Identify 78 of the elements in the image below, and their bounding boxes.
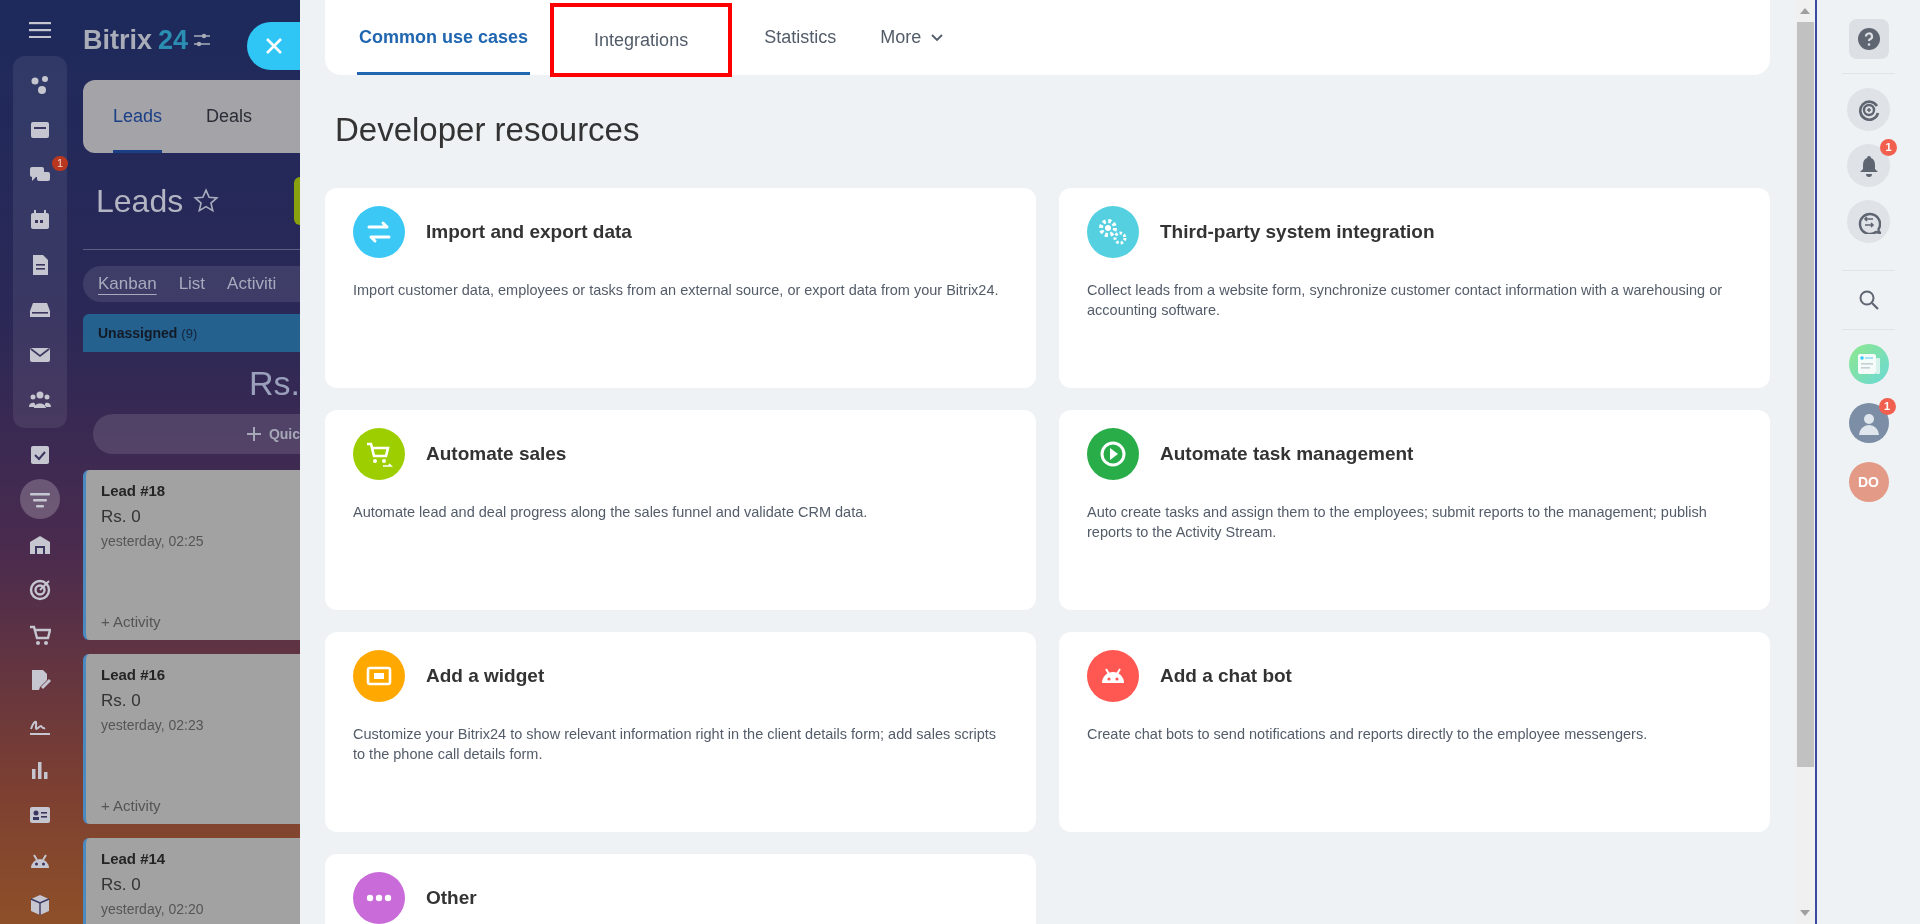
- quick-add-button[interactable]: Quic: [93, 414, 300, 454]
- checkbox-icon: [29, 443, 51, 466]
- tab[interactable]: Integrations: [550, 3, 733, 77]
- card-title: Import and export data: [426, 221, 632, 243]
- lead-date: yesterday, 02:20: [101, 901, 205, 917]
- star-icon[interactable]: [193, 188, 220, 214]
- chat-button[interactable]: [1847, 200, 1890, 243]
- column-total: Rs.: [248, 362, 300, 404]
- card-description: Automate lead and deal progress along the sales funnel and validate CRM data.: [353, 503, 869, 522]
- card-title: Add a chat bot: [1160, 665, 1292, 687]
- tab[interactable]: Deals: [206, 80, 253, 153]
- scrollbar[interactable]: [1795, 0, 1817, 924]
- tab[interactable]: More: [868, 0, 956, 75]
- notification-badge: 1: [1880, 139, 1897, 156]
- use-case-card[interactable]: Other: [325, 854, 1036, 924]
- scrollbar-thumb[interactable]: [1796, 22, 1814, 767]
- column-count: (9): [181, 325, 198, 341]
- create-button[interactable]: [294, 177, 300, 225]
- user-avatar[interactable]: [1848, 403, 1889, 443]
- card-description: Auto create tasks and assign them to the employees; submit reports to the management; publish reports to the Activity Stream.: [1087, 503, 1708, 542]
- view-tab[interactable]: Activiti: [227, 274, 277, 294]
- menu-icon[interactable]: [29, 22, 51, 38]
- apps-icon: [29, 73, 51, 96]
- card-title: Add a widget: [426, 665, 545, 687]
- card-description: Import customer data, employees or tasks from an external source, or export data from your Bitrix24.: [353, 281, 1000, 300]
- card-description: Customize your Bitrix24 to show relevant information right in the client details form; add sales scripts to the phone call details form.: [353, 725, 998, 764]
- edit-icon: [29, 668, 51, 691]
- card-description: Collect leads from a website form, synchronize customer contact information with a warehousing or accounting software.: [1087, 281, 1724, 320]
- logo-text: Bitrix: [83, 24, 153, 56]
- lead-amount: Rs. 0: [101, 507, 142, 527]
- lead-card[interactable]: Lead #18 Rs. 0 yesterday, 02:25 + Activity: [83, 470, 300, 640]
- use-case-card[interactable]: Add a widget Customize your Bitrix24 to show relevant information right in the client details form; add sales scripts to the phone call details form.: [325, 632, 1036, 832]
- settings-icon[interactable]: [194, 33, 211, 47]
- lead-card[interactable]: Lead #14 Rs. 0 yesterday, 02:20: [83, 838, 300, 924]
- cart-icon: [29, 623, 51, 646]
- tab[interactable]: Statistics: [752, 0, 849, 75]
- logo-number: 24: [158, 24, 189, 56]
- section-heading: Developer resources: [335, 110, 641, 150]
- plus-icon: [246, 427, 261, 441]
- page-title: Leads: [96, 182, 184, 220]
- column-title: Unassigned: [98, 325, 178, 341]
- question-mark-icon: [1857, 28, 1880, 50]
- lead-title: Lead #14: [101, 850, 167, 867]
- card-description: Create chat bots to send notifications and reports directly to the employee messengers.: [1087, 725, 1649, 744]
- card-title: Automate sales: [426, 443, 567, 465]
- notifications-button[interactable]: [1847, 144, 1890, 187]
- view-tab[interactable]: Kanban: [98, 274, 157, 294]
- box-icon: [29, 893, 51, 916]
- tab[interactable]: Leads: [113, 80, 163, 153]
- help-button[interactable]: [1848, 19, 1889, 59]
- lead-date: yesterday, 02:25: [101, 533, 205, 549]
- use-case-card[interactable]: Automate task management Auto create tasks and assign them to the employees; submit reports to the management; publish reports to the Activity Stream.: [1059, 410, 1770, 610]
- close-icon: [265, 37, 283, 55]
- bell-icon: [1858, 154, 1879, 177]
- lead-title: Lead #16: [101, 666, 167, 683]
- building-icon: [29, 533, 51, 556]
- assistant-button[interactable]: [1847, 88, 1890, 131]
- use-case-card[interactable]: Third-party system integration Collect leads from a website form, synchronize customer contact information with a warehousing or accounting software.: [1059, 188, 1770, 388]
- use-case-card[interactable]: Import and export data Import customer data, employees or tasks from an external source, or export data from your Bitrix24.: [325, 188, 1036, 388]
- lead-date: yesterday, 02:23: [101, 717, 205, 733]
- lead-amount: Rs. 0: [101, 691, 142, 711]
- newspaper-icon: [1856, 353, 1881, 375]
- person-silhouette-icon: [1856, 411, 1881, 435]
- use-case-card[interactable]: Add a chat bot Create chat bots to send notifications and reports directly to the employee messengers.: [1059, 632, 1770, 832]
- search-icon: [1857, 289, 1880, 311]
- target-icon: [29, 578, 51, 601]
- calendar-icon: [29, 208, 51, 231]
- card-title: Third-party system integration: [1160, 221, 1435, 243]
- use-case-card[interactable]: Automate sales Automate lead and deal progress along the sales funnel and validate CRM data.: [325, 410, 1036, 610]
- view-tab[interactable]: List: [178, 274, 206, 294]
- card-title: Automate task management: [1160, 443, 1414, 465]
- lead-title: Lead #18: [101, 482, 167, 499]
- lead-card[interactable]: Lead #16 Rs. 0 yesterday, 02:23 + Activity: [83, 654, 300, 824]
- lead-amount: Rs. 0: [101, 875, 142, 895]
- tab[interactable]: Common use cases: [357, 0, 531, 75]
- card-title: Other: [426, 887, 477, 909]
- swirl-icon: [1856, 97, 1881, 122]
- notification-badge: 1: [51, 156, 68, 171]
